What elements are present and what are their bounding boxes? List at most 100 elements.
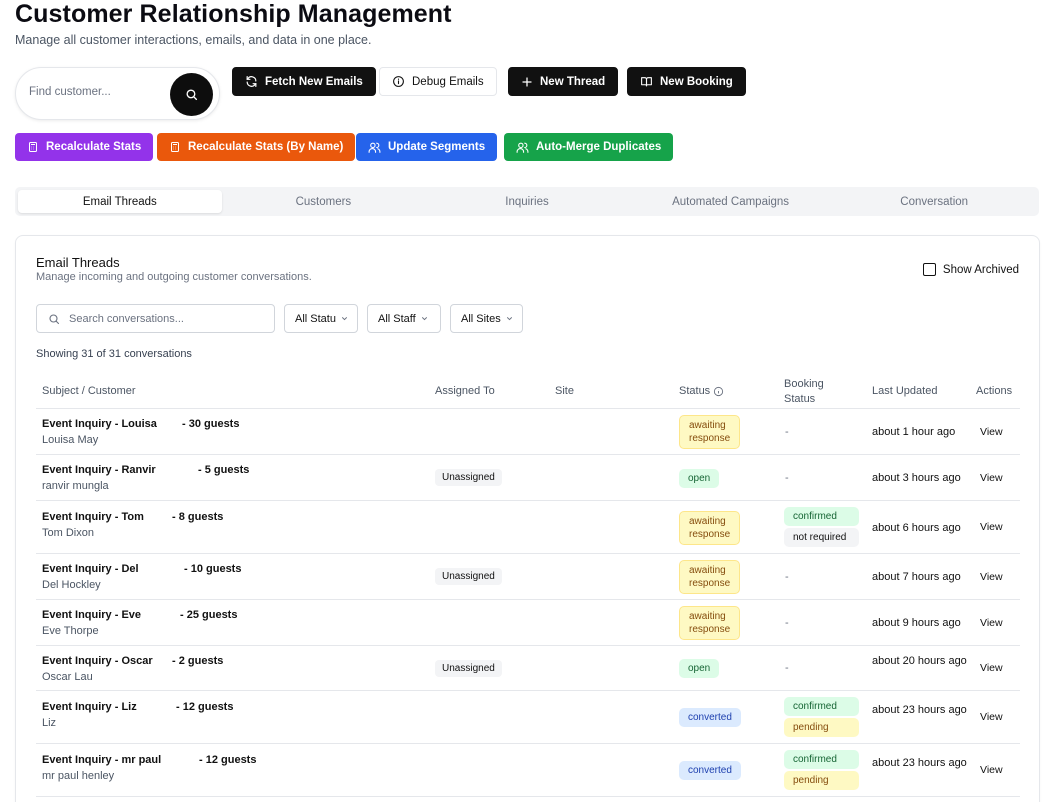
book-open-icon (641, 77, 652, 87)
view-button[interactable]: View (980, 521, 1003, 533)
table-row[interactable]: Event Inquiry - Ranvir - 5 guests ranvir m… (36, 455, 1020, 501)
calculator-icon (171, 142, 179, 152)
view-button[interactable]: View (980, 571, 1003, 583)
column-booking-line2: Status (784, 393, 816, 405)
search-icon (186, 89, 198, 101)
staff-filter-value: All Staff (378, 312, 416, 325)
view-button[interactable]: View (980, 662, 1003, 674)
column-assigned: Assigned To (435, 385, 495, 397)
table-row[interactable]: Event Inquiry - Tom - 8 guests Tom Dixon aw… (36, 501, 1020, 554)
calculator-icon (29, 142, 37, 152)
column-booking-status: Booking Status (784, 377, 824, 407)
thread-guests: - 10 guests (184, 563, 242, 575)
table-row[interactable]: Event Inquiry - Del - 10 guests Del Hockle… (36, 554, 1020, 600)
tab-conversation[interactable]: Conversation (832, 190, 1036, 213)
table-row[interactable]: Event Inquiry - Eve - 25 guests Eve Thorpe… (36, 600, 1020, 646)
booking-status-badge: not required (784, 528, 859, 547)
new-booking-button[interactable]: New Booking (627, 67, 746, 96)
thread-customer: ranvir mungla (42, 480, 109, 492)
tab-email-threads[interactable]: Email Threads (18, 190, 222, 213)
recalculate-stats-button[interactable]: Recalculate Stats (15, 133, 154, 161)
status-line: response (689, 624, 731, 635)
chevron-down-icon (341, 317, 348, 321)
conversation-search (36, 304, 275, 333)
last-updated: about 9 hours ago (872, 617, 961, 629)
threads-table-body: Event Inquiry - Louisa - 30 guests Louisa … (36, 409, 1020, 797)
booking-status-badge: pending (784, 771, 859, 790)
sites-filter-select[interactable]: All Sites (450, 304, 523, 333)
thread-guests: - 12 guests (176, 701, 234, 713)
debug-emails-label: Debug Emails (412, 75, 484, 88)
status-line: response (689, 578, 731, 589)
recalculate-stats-by-name-button[interactable]: Recalculate Stats (By Name) (157, 133, 356, 161)
status-filter-select[interactable]: All Statu (284, 304, 358, 333)
booking-status-empty: - (785, 616, 789, 629)
table-row[interactable]: Event Inquiry - Oscar - 2 guests Oscar Lau… (36, 646, 1020, 691)
last-updated: about 6 hours ago (872, 521, 961, 534)
table-row[interactable]: Event Inquiry - Liz - 12 guests Liz convert… (36, 691, 1020, 744)
last-updated: about 23 hours ago (872, 756, 967, 769)
recalculate-stats-by-name-label: Recalculate Stats (By Name) (188, 141, 344, 153)
chevron-down-icon (421, 317, 427, 321)
booking-status-badge: confirmed (784, 697, 859, 716)
view-button[interactable]: View (980, 711, 1003, 723)
tab-inquiries[interactable]: Inquiries (425, 190, 629, 213)
status-badge: awaiting response (679, 415, 741, 449)
thread-guests: - 2 guests (172, 655, 224, 667)
last-updated: about 7 hours ago (872, 571, 961, 583)
view-button[interactable]: View (980, 472, 1003, 484)
status-line: awaiting (689, 420, 726, 431)
thread-subject: Event Inquiry - Ranvir (42, 464, 156, 476)
conversation-search-input[interactable] (69, 313, 264, 325)
update-segments-button[interactable]: Update Segments (356, 133, 498, 161)
search-icon (49, 314, 60, 325)
staff-filter-select[interactable]: All Staff (367, 304, 441, 333)
tab-customers[interactable]: Customers (222, 190, 426, 213)
find-customer-search-button[interactable] (170, 73, 213, 116)
refresh-icon (246, 76, 257, 87)
view-button[interactable]: View (980, 617, 1003, 629)
booking-status-badge: confirmed (784, 507, 859, 526)
info-icon[interactable] (713, 386, 724, 397)
card-description: Manage incoming and outgoing customer co… (36, 271, 312, 283)
thread-subject: Event Inquiry - Del (42, 563, 139, 575)
thread-customer: Tom Dixon (42, 527, 94, 539)
show-archived-toggle[interactable]: Show Archived (922, 263, 1019, 276)
debug-emails-button[interactable]: Debug Emails (379, 67, 497, 96)
thread-subject: Event Inquiry - Oscar (42, 655, 153, 667)
tab-automated-campaigns[interactable]: Automated Campaigns (629, 190, 833, 213)
assigned-badge: Unassigned (435, 469, 502, 486)
status-line: response (689, 528, 731, 540)
status-line: response (689, 433, 731, 444)
thread-customer: Eve Thorpe (42, 625, 99, 637)
column-site: Site (555, 385, 574, 397)
fetch-new-emails-button[interactable]: Fetch New Emails (232, 67, 376, 96)
new-thread-button[interactable]: New Thread (508, 67, 619, 96)
status-badge: awaiting response (679, 510, 741, 545)
column-status-label: Status (679, 385, 711, 397)
chevron-down-icon (506, 317, 512, 321)
find-customer-input[interactable] (29, 86, 169, 98)
table-row[interactable]: Event Inquiry - Louisa - 30 guests Louisa … (36, 409, 1020, 455)
recalculate-stats-label: Recalculate Stats (46, 141, 142, 153)
column-booking-line1: Booking (784, 378, 824, 390)
thread-customer: Louisa May (42, 434, 99, 446)
thread-customer: Liz (42, 717, 57, 729)
status-badge: awaiting response (679, 560, 741, 594)
thread-guests: - 8 guests (172, 511, 224, 523)
table-row[interactable]: Event Inquiry - mr paul - 12 guests mr pau… (36, 744, 1020, 797)
auto-merge-duplicates-button[interactable]: Auto-Merge Duplicates (504, 133, 674, 161)
new-booking-label: New Booking (660, 75, 733, 88)
view-button[interactable]: View (980, 426, 1003, 438)
column-subject: Subject / Customer (42, 385, 136, 397)
show-archived-checkbox[interactable] (922, 263, 936, 276)
view-button[interactable]: View (980, 764, 1003, 776)
page-subtitle: Manage all customer interactions, emails… (15, 33, 372, 47)
thread-subject: Event Inquiry - Tom (42, 511, 144, 523)
last-updated: about 20 hours ago (872, 654, 967, 667)
email-threads-card: Email Threads Manage incoming and outgoi… (15, 235, 1040, 802)
thread-guests: - 25 guests (180, 609, 238, 621)
status-line: awaiting (689, 611, 726, 622)
results-count: Showing 31 of 31 conversations (36, 348, 192, 360)
find-customer-box (15, 67, 220, 120)
